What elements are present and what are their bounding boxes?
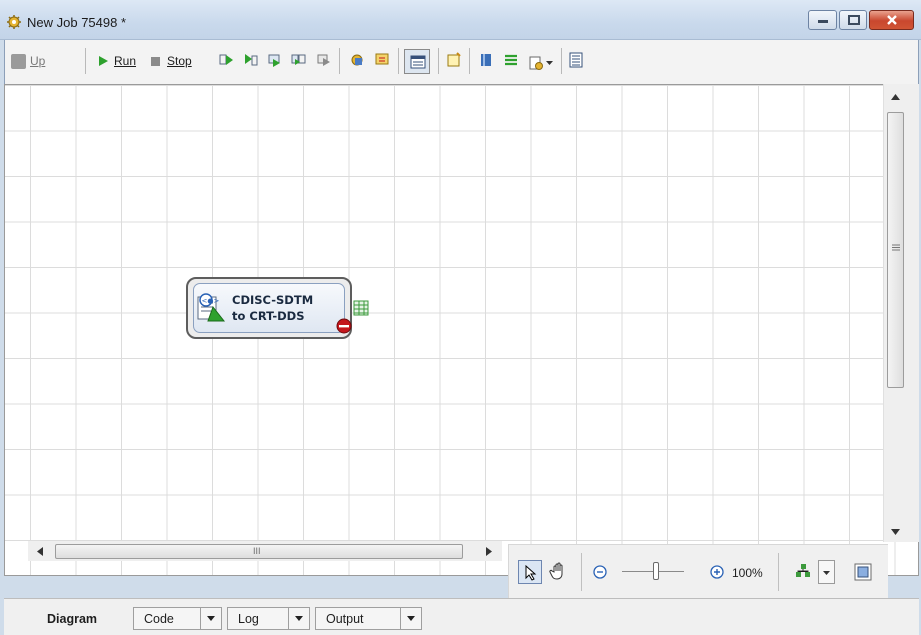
tab-label: Output [326, 611, 364, 626]
select-tool-button[interactable] [518, 560, 542, 584]
toolbar-separator [469, 48, 470, 74]
pointer-icon [525, 565, 537, 581]
tab-log-dropdown[interactable] [288, 607, 310, 630]
minimize-icon [818, 20, 828, 23]
diagram-canvas[interactable]: <●> CDISC-SDTM to CRT-DDS [4, 84, 919, 576]
chevron-down-icon [546, 60, 553, 65]
up-label: Up [30, 54, 46, 68]
maximize-button[interactable] [839, 10, 867, 30]
up-button[interactable]: Up [11, 50, 45, 72]
details-toggle-button[interactable] [404, 49, 430, 74]
continue-icon[interactable] [316, 52, 332, 68]
run-from-selected-icon[interactable] [218, 52, 234, 68]
debug-icon[interactable] [374, 52, 390, 68]
details-pane-icon [410, 55, 426, 69]
horizontal-scroll-thumb[interactable]: III [55, 544, 463, 559]
scroll-right-icon[interactable] [486, 547, 492, 556]
book-icon[interactable] [478, 52, 494, 68]
transformation-node[interactable]: <●> CDISC-SDTM to CRT-DDS [186, 277, 352, 339]
run-button[interactable]: Run [95, 50, 136, 72]
zoom-in-icon[interactable] [710, 565, 724, 579]
job-gear-icon [7, 15, 21, 29]
vertical-scrollbar[interactable] [883, 84, 919, 542]
stop-button[interactable]: Stop [148, 50, 192, 72]
horizontal-scrollbar[interactable]: III [28, 541, 502, 561]
tab-code[interactable]: Code [133, 607, 201, 630]
run-selected-icon[interactable] [267, 52, 283, 68]
toolbar: Up Run Stop [4, 40, 919, 84]
submit-icon [529, 56, 543, 70]
run-to-selected-icon[interactable] [242, 52, 258, 68]
maximize-icon [848, 15, 860, 25]
node-label: CDISC-SDTM to CRT-DDS [232, 293, 314, 323]
stop-label: Stop [167, 54, 192, 68]
toolbar-separator [561, 48, 562, 74]
toolbar-separator [339, 48, 340, 74]
zoom-level: 100% [732, 566, 763, 580]
scroll-grip: III [253, 546, 261, 556]
tab-log[interactable]: Log [227, 607, 289, 630]
stop-icon [151, 57, 160, 66]
output-table-icon[interactable] [353, 300, 369, 316]
zoom-panel: 100% [508, 544, 888, 598]
layout-icon[interactable] [568, 52, 584, 68]
run-label: Run [114, 54, 137, 68]
toolbar-separator [398, 48, 399, 74]
chevron-down-icon [823, 571, 830, 575]
zoom-separator [581, 553, 582, 591]
overview-icon[interactable] [854, 563, 872, 581]
auto-arrange-icon[interactable] [795, 563, 811, 579]
node-body: <●> CDISC-SDTM to CRT-DDS [193, 283, 345, 333]
svg-text:<●>: <●> [202, 297, 220, 305]
window-title: New Job 75498 * [27, 15, 127, 30]
scroll-left-icon[interactable] [37, 547, 43, 556]
zoom-slider-thumb[interactable] [653, 562, 659, 580]
tab-label: Log [238, 611, 259, 626]
transformation-icon: <●> [197, 293, 226, 322]
properties-icon[interactable] [349, 52, 365, 68]
scroll-grip-icon [892, 244, 900, 251]
zoom-out-icon[interactable] [593, 565, 607, 579]
title-bar: New Job 75498 * [0, 0, 921, 40]
pan-hand-icon[interactable] [549, 561, 569, 581]
tab-label: Diagram [47, 611, 98, 626]
tab-diagram[interactable]: Diagram [36, 607, 109, 630]
submit-dropdown-button[interactable] [528, 52, 553, 74]
zoom-separator [778, 553, 779, 591]
tab-label: Code [144, 611, 174, 626]
close-icon [887, 15, 897, 25]
scroll-up-icon[interactable] [891, 94, 900, 100]
error-status-icon [336, 318, 352, 334]
chevron-down-icon [295, 616, 303, 621]
scroll-down-icon[interactable] [891, 529, 900, 535]
tab-output-dropdown[interactable] [400, 607, 422, 630]
vertical-scroll-thumb[interactable] [887, 112, 904, 388]
new-note-icon[interactable] [446, 52, 462, 68]
run-icon [99, 56, 108, 66]
tab-code-dropdown[interactable] [200, 607, 222, 630]
minimize-button[interactable] [808, 10, 837, 30]
step-icon[interactable] [291, 52, 307, 68]
up-icon [11, 53, 26, 69]
chevron-down-icon [207, 616, 215, 621]
arrange-dropdown-button[interactable] [818, 560, 835, 584]
tab-output[interactable]: Output [315, 607, 401, 630]
close-button[interactable] [869, 10, 914, 30]
tab-bar: Diagram Code Log Output [4, 598, 919, 635]
list-icon[interactable] [503, 52, 519, 68]
chevron-down-icon [407, 616, 415, 621]
toolbar-separator [438, 48, 439, 74]
toolbar-separator [85, 48, 86, 74]
